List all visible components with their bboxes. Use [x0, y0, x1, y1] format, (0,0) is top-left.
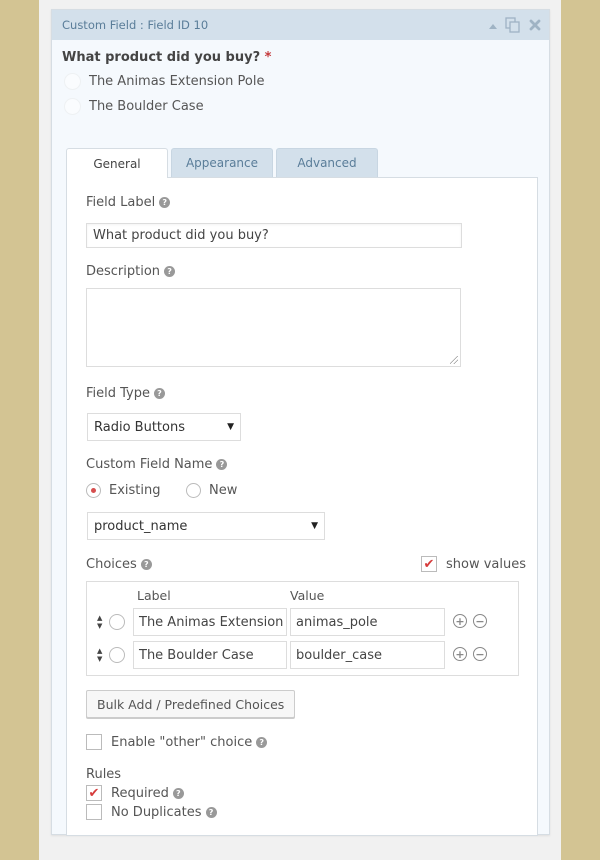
custom-field-box: Custom Field : Field ID 10 What product … — [51, 9, 550, 836]
required-checkbox[interactable]: ✔ — [86, 785, 102, 801]
help-icon[interactable]: ? — [164, 266, 176, 277]
choices-label: Choices ? — [86, 557, 152, 572]
rule-required[interactable]: ✔ Required ? — [86, 785, 184, 801]
choices-column-value: Value — [290, 588, 325, 603]
preview-label: What product did you buy? * — [62, 50, 539, 65]
checkmark-icon: ✔ — [423, 556, 435, 572]
enable-other-label: Enable "other" choice — [111, 734, 253, 750]
field-label-text: Field Label — [86, 195, 156, 210]
help-icon[interactable]: ? — [140, 559, 152, 570]
custom-field-name-label: Custom Field Name ? — [86, 457, 228, 472]
no-duplicates-label: No Duplicates — [111, 804, 202, 820]
settings-tabs: General Appearance Advanced — [66, 148, 378, 178]
field-header-title: Custom Field : Field ID 10 — [62, 18, 209, 32]
preview-option: The Boulder Case — [64, 98, 539, 115]
choices-column-label: Label — [137, 588, 171, 603]
show-values-label: show values — [446, 556, 527, 572]
required-asterisk: * — [264, 50, 272, 65]
description-label-text: Description — [86, 264, 161, 279]
preview-label-text: What product did you buy? — [62, 50, 261, 65]
radio-existing-control[interactable] — [86, 483, 101, 498]
field-header[interactable]: Custom Field : Field ID 10 — [52, 10, 549, 40]
collapse-icon[interactable] — [489, 23, 497, 29]
field-label-label: Field Label ? — [86, 195, 171, 210]
choice-row: ▲ ▼ The Boulder Case boulder_case + − — [87, 641, 518, 669]
bulk-add-button[interactable]: Bulk Add / Predefined Choices — [86, 690, 296, 718]
custom-field-name-label-text: Custom Field Name — [86, 457, 213, 472]
help-icon[interactable]: ? — [256, 736, 268, 748]
checkmark-icon: ✔ — [88, 785, 100, 801]
add-choice-icon[interactable]: + — [453, 614, 467, 628]
help-icon[interactable]: ? — [172, 787, 184, 799]
general-panel: Field Label ? What product did you buy? … — [66, 177, 538, 836]
sort-down-icon: ▼ — [97, 655, 103, 663]
help-icon[interactable]: ? — [159, 197, 171, 208]
show-values-toggle[interactable]: ✔ show values — [421, 556, 526, 572]
radio-new[interactable]: New — [186, 483, 237, 498]
radio-new-label: New — [209, 483, 238, 498]
add-choice-icon[interactable]: + — [453, 647, 467, 661]
choice-label-input[interactable]: The Boulder Case — [133, 641, 287, 669]
required-label: Required — [111, 785, 169, 801]
field-label-input[interactable]: What product did you buy? — [86, 223, 462, 248]
sort-handle-icon[interactable]: ▲ ▼ — [97, 647, 102, 663]
custom-field-name-select[interactable]: product_name ▼ — [87, 512, 325, 540]
help-icon[interactable]: ? — [205, 806, 217, 818]
resize-handle-icon[interactable] — [450, 356, 458, 364]
radio-existing[interactable]: Existing — [86, 483, 161, 498]
no-duplicates-checkbox[interactable] — [86, 804, 102, 820]
field-type-value: Radio Buttons — [94, 419, 185, 435]
choices-table: Label Value ▲ ▼ The Animas Extension P a… — [86, 581, 519, 676]
enable-other-option[interactable]: Enable "other" choice ? — [86, 734, 268, 750]
radio-existing-label: Existing — [109, 483, 161, 498]
tab-appearance[interactable]: Appearance — [171, 148, 273, 177]
chevron-down-icon: ▼ — [311, 521, 318, 531]
help-icon[interactable]: ? — [154, 388, 165, 399]
page-background: Custom Field : Field ID 10 What product … — [39, 0, 561, 860]
sort-handle-icon[interactable]: ▲ ▼ — [97, 614, 102, 630]
choice-value-input[interactable]: animas_pole — [290, 608, 445, 636]
tab-advanced[interactable]: Advanced — [276, 148, 378, 177]
description-label: Description ? — [86, 264, 176, 279]
rules-label: Rules — [86, 767, 122, 782]
rule-no-duplicates[interactable]: No Duplicates ? — [86, 804, 217, 820]
enable-other-checkbox[interactable] — [86, 734, 102, 750]
preview-radio — [64, 73, 81, 90]
remove-choice-icon[interactable]: − — [473, 614, 487, 628]
help-icon[interactable]: ? — [216, 459, 228, 470]
close-icon[interactable] — [529, 19, 541, 31]
choices-label-text: Choices — [86, 557, 137, 572]
custom-field-name-value: product_name — [94, 518, 188, 534]
show-values-checkbox[interactable]: ✔ — [421, 556, 437, 572]
sort-up-icon: ▲ — [97, 647, 103, 655]
choice-row: ▲ ▼ The Animas Extension P animas_pole +… — [87, 608, 518, 636]
choice-label-input[interactable]: The Animas Extension P — [133, 608, 287, 636]
tab-general[interactable]: General — [66, 148, 168, 178]
choice-default-radio[interactable] — [109, 614, 125, 630]
field-type-label: Field Type ? — [86, 386, 165, 401]
sort-down-icon: ▼ — [97, 622, 103, 630]
field-type-select[interactable]: Radio Buttons ▼ — [87, 413, 241, 441]
preview-option: The Animas Extension Pole — [64, 73, 539, 90]
description-textarea[interactable] — [86, 288, 461, 367]
preview-option-label: The Boulder Case — [89, 99, 204, 114]
field-preview: What product did you buy? * The Animas E… — [52, 40, 549, 115]
preview-option-label: The Animas Extension Pole — [89, 74, 265, 89]
preview-radio — [64, 98, 81, 115]
sort-up-icon: ▲ — [97, 614, 103, 622]
radio-new-control[interactable] — [186, 483, 201, 498]
chevron-down-icon: ▼ — [227, 422, 234, 432]
duplicate-icon[interactable] — [505, 17, 521, 33]
remove-choice-icon[interactable]: − — [473, 647, 487, 661]
choice-value-input[interactable]: boulder_case — [290, 641, 445, 669]
field-type-label-text: Field Type — [86, 386, 150, 401]
choice-default-radio[interactable] — [109, 647, 125, 663]
header-actions — [489, 17, 549, 33]
